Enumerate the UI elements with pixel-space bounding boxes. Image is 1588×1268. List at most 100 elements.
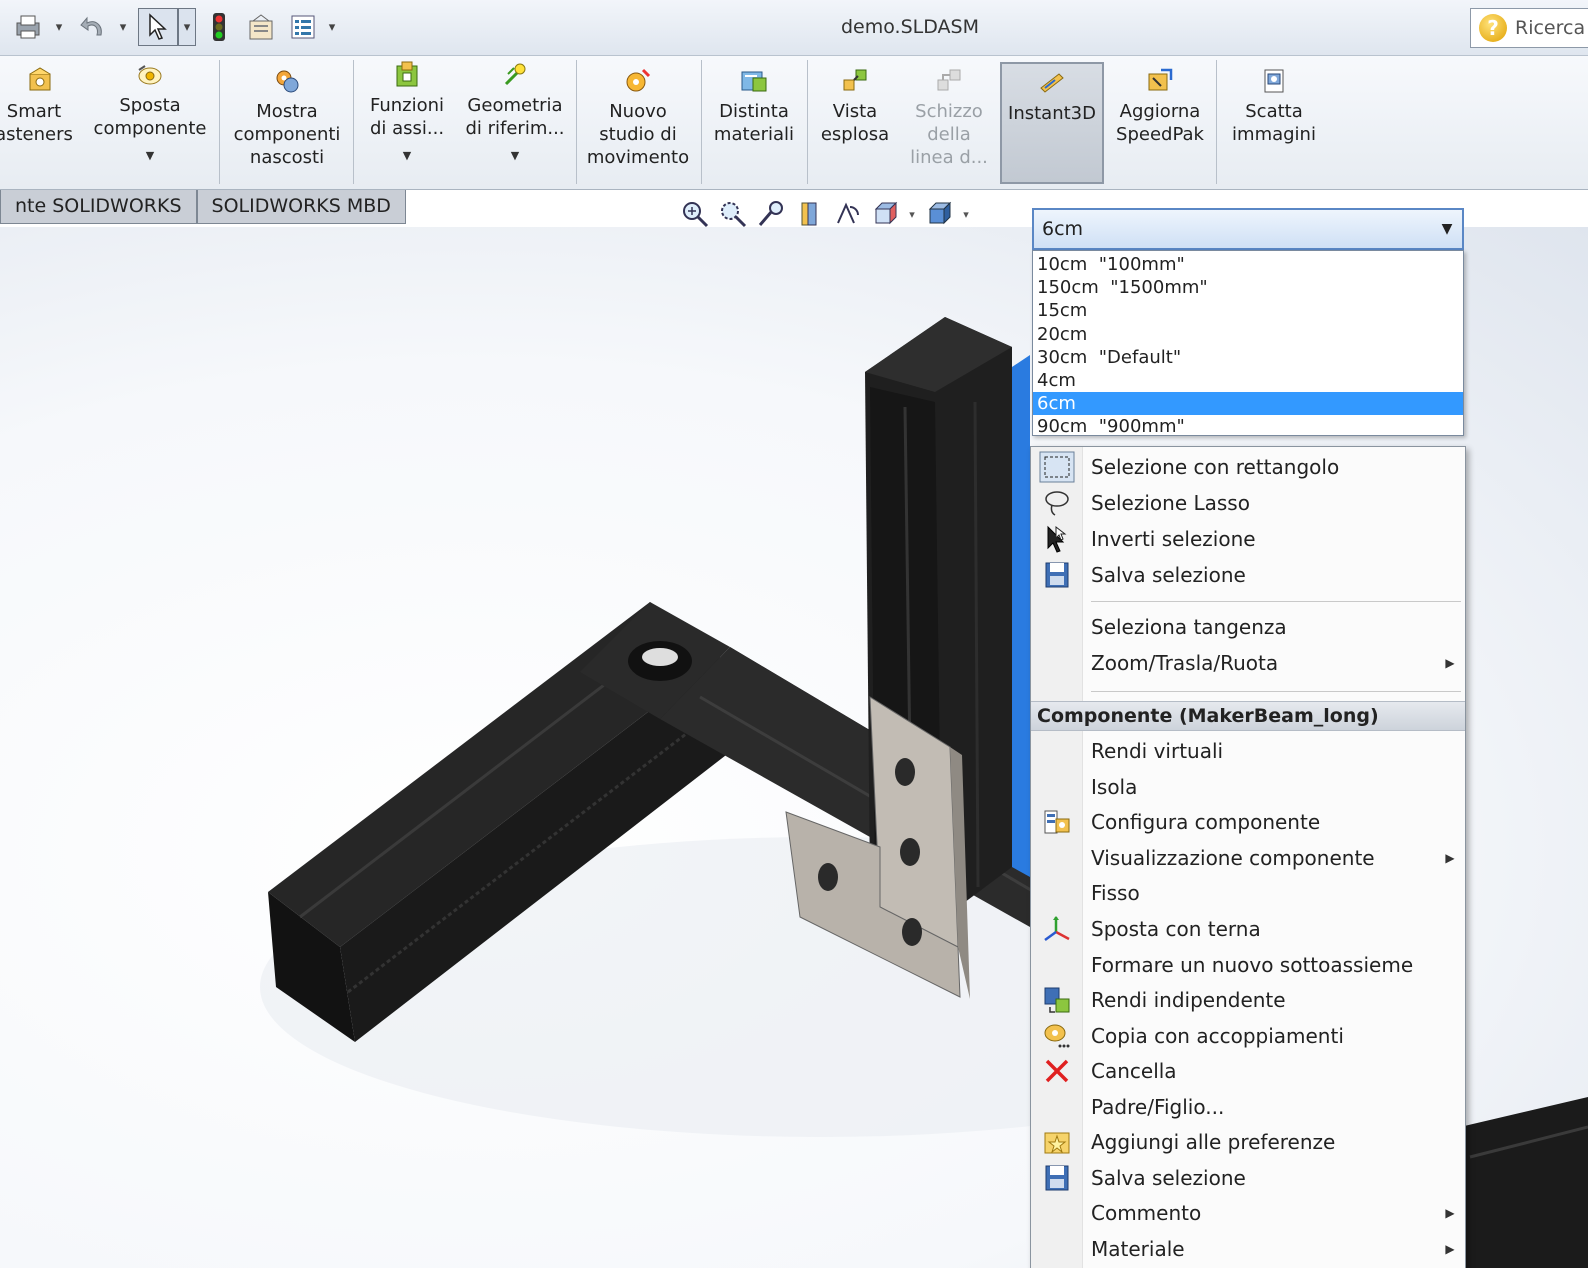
menu-item-configure-component[interactable]: Configura componente xyxy=(1031,804,1465,840)
menu-item-zoom-pan-rotate[interactable]: Zoom/Trasla/Ruota ▶ xyxy=(1031,645,1465,681)
move-component-icon xyxy=(138,65,162,85)
move-component-button[interactable]: Sposta componente ▼ xyxy=(88,62,212,184)
exploded-view-icon xyxy=(843,69,867,91)
menu-section-header: Componente (MakerBeam_long) xyxy=(1031,701,1465,731)
invert-selection-icon xyxy=(1047,525,1067,553)
bill-of-materials-button[interactable]: Distinta materiali xyxy=(706,62,802,184)
display-style-icon[interactable] xyxy=(920,196,958,232)
configure-icon xyxy=(1044,810,1070,834)
zoom-to-fit-icon[interactable] xyxy=(676,196,714,232)
assembly-features-button[interactable]: Funzioni di assi... ▼ xyxy=(360,61,454,184)
configuration-dropdown-list: 10cm "100mm" 150cm "1500mm" 15cm 20cm 30… xyxy=(1032,250,1464,438)
menu-item-copy-with-mates[interactable]: Copia con accoppiamenti xyxy=(1031,1018,1465,1054)
menu-item-label: Copia con accoppiamenti xyxy=(1091,1024,1344,1048)
instant3d-label: Instant3D xyxy=(1008,103,1096,124)
undo-dropdown-caret[interactable]: ▾ xyxy=(116,8,130,46)
menu-item-label: Cancella xyxy=(1091,1059,1177,1083)
menu-item-save-selection-2[interactable]: Salva selezione xyxy=(1031,1160,1465,1196)
menu-item-save-selection[interactable]: Salva selezione xyxy=(1031,557,1465,593)
move-component-dropdown-caret[interactable]: ▼ xyxy=(88,144,212,167)
print-dropdown-caret[interactable]: ▾ xyxy=(52,8,66,46)
configuration-option[interactable]: 30cm "Default" xyxy=(1033,346,1463,369)
make-independent-icon xyxy=(1044,987,1070,1013)
rebuild-traffic-light-icon[interactable] xyxy=(204,8,234,46)
menu-item-label: Padre/Figlio... xyxy=(1091,1095,1225,1119)
file-properties-icon[interactable] xyxy=(244,8,278,46)
menu-item-label: Selezione Lasso xyxy=(1091,491,1250,515)
previous-view-icon[interactable] xyxy=(752,196,790,232)
exploded-view-label: Vista esplosa xyxy=(820,101,890,145)
chevron-down-icon[interactable]: ▼ xyxy=(1432,221,1462,237)
menu-item-add-to-favorites[interactable]: Aggiungi alle preferenze xyxy=(1031,1124,1465,1160)
window-title: demo.SLDASM xyxy=(841,16,979,38)
update-speedpak-button[interactable]: Aggiorna SpeedPak xyxy=(1110,62,1210,184)
reference-geometry-button[interactable]: Geometria di riferim... ▼ xyxy=(458,62,572,184)
menu-item-label: Selezione con rettangolo xyxy=(1091,455,1340,479)
submenu-arrow-icon: ▶ xyxy=(1445,1206,1455,1220)
menu-item-isolate[interactable]: Isola xyxy=(1031,769,1465,805)
explode-line-sketch-label: Schizzo della linea d... xyxy=(910,101,988,168)
undo-icon[interactable] xyxy=(74,8,114,46)
select-pointer-icon[interactable] xyxy=(138,8,178,46)
update-speedpak-icon xyxy=(1148,68,1173,91)
zoom-to-area-icon[interactable] xyxy=(714,196,752,232)
reference-geometry-dropdown-caret[interactable]: ▼ xyxy=(458,144,572,167)
bill-of-materials-label: Distinta materiali xyxy=(713,101,795,145)
options-dropdown-caret[interactable]: ▾ xyxy=(324,8,340,46)
smart-fasteners-label: Smart asteners xyxy=(0,101,73,145)
configuration-option[interactable]: 15cm xyxy=(1033,299,1463,322)
configuration-select[interactable]: 6cm ▼ xyxy=(1032,208,1464,250)
display-style-caret[interactable]: ▾ xyxy=(958,208,974,221)
view-orientation-caret[interactable]: ▾ xyxy=(904,208,920,221)
menu-item-fix[interactable]: Fisso xyxy=(1031,875,1465,911)
ribbon-separator xyxy=(1216,60,1217,184)
exploded-view-button[interactable]: Vista esplosa xyxy=(812,62,898,184)
new-motion-study-button[interactable]: Nuovo studio di movimento xyxy=(580,62,696,184)
show-hidden-components-label: Mostra componenti nascosti xyxy=(233,101,341,168)
menu-separator xyxy=(1091,691,1461,692)
explode-line-sketch-icon xyxy=(937,69,961,91)
ribbon-separator xyxy=(219,60,220,184)
section-view-icon[interactable] xyxy=(790,196,828,232)
show-hidden-components-button[interactable]: Mostra componenti nascosti xyxy=(226,62,348,184)
menu-item-parent-child[interactable]: Padre/Figlio... xyxy=(1031,1089,1465,1125)
menu-item-make-independent[interactable]: Rendi indipendente xyxy=(1031,982,1465,1018)
smart-fasteners-button[interactable]: Smart asteners xyxy=(0,62,80,184)
title-bar: ▾ ▾ ▾ ▾ demo.SLDASM ? Ricerca xyxy=(0,0,1588,56)
menu-item-invert-selection[interactable]: Inverti selezione xyxy=(1031,521,1465,557)
menu-item-select-tangency[interactable]: Seleziona tangenza xyxy=(1031,609,1465,645)
menu-item-lasso-selection[interactable]: Selezione Lasso xyxy=(1031,485,1465,521)
configuration-option[interactable]: 90cm "900mm" xyxy=(1033,415,1463,438)
explode-line-sketch-button[interactable]: Schizzo della linea d... xyxy=(902,62,996,184)
instant3d-button[interactable]: Instant3D xyxy=(1000,62,1104,184)
print-icon[interactable] xyxy=(8,8,48,46)
menu-item-form-new-subassembly[interactable]: Formare un nuovo sottoassieme xyxy=(1031,947,1465,983)
reference-geometry-icon xyxy=(504,63,526,86)
submenu-arrow-icon: ▶ xyxy=(1445,1242,1455,1256)
take-snapshot-button[interactable]: Scatta immagini xyxy=(1222,62,1326,184)
menu-item-delete[interactable]: Cancella xyxy=(1031,1053,1465,1089)
menu-item-box-selection[interactable]: Selezione con rettangolo xyxy=(1031,449,1465,485)
configuration-option[interactable]: 10cm "100mm" xyxy=(1033,253,1463,276)
options-list-icon[interactable] xyxy=(286,8,320,46)
menu-item-label: Visualizzazione componente xyxy=(1091,846,1375,870)
menu-item-material[interactable]: Materiale ▶ xyxy=(1031,1231,1465,1267)
view-orientation-icon[interactable] xyxy=(866,196,904,232)
tab-solidworks-mbd[interactable]: SOLIDWORKS MBD xyxy=(196,190,406,224)
configuration-option[interactable]: 150cm "1500mm" xyxy=(1033,276,1463,299)
search-box[interactable]: ? Ricerca xyxy=(1470,8,1588,48)
menu-item-component-display[interactable]: Visualizzazione componente ▶ xyxy=(1031,840,1465,876)
lasso-icon xyxy=(1045,491,1069,516)
menu-item-make-virtual[interactable]: Rendi virtuali xyxy=(1031,733,1465,769)
assembly-features-dropdown-caret[interactable]: ▼ xyxy=(360,144,454,167)
menu-separator xyxy=(1091,601,1461,602)
update-speedpak-label: Aggiorna SpeedPak xyxy=(1116,101,1204,145)
configuration-option[interactable]: 4cm xyxy=(1033,369,1463,392)
menu-item-move-with-triad[interactable]: Sposta con terna xyxy=(1031,911,1465,947)
tab-solidworks-addins[interactable]: nte SOLIDWORKS xyxy=(0,190,197,224)
dynamic-annotation-views-icon[interactable] xyxy=(828,196,866,232)
configuration-option-selected[interactable]: 6cm xyxy=(1033,392,1463,416)
configuration-option[interactable]: 20cm xyxy=(1033,323,1463,346)
select-dropdown-caret[interactable]: ▾ xyxy=(178,8,196,46)
menu-item-comment[interactable]: Commento ▶ xyxy=(1031,1195,1465,1231)
